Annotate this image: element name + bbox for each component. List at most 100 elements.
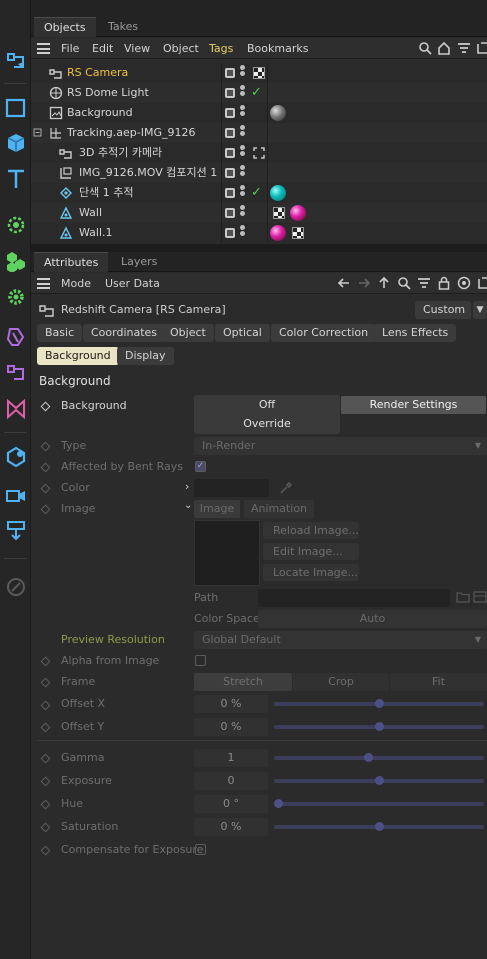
alpha-from-image-checkbox[interactable] (195, 655, 206, 666)
offset-y-slider[interactable] (274, 722, 484, 731)
collapse-icon[interactable] (33, 126, 47, 140)
chevron-down-icon[interactable]: ⌄ (184, 500, 192, 511)
editor-visibility-icon[interactable] (225, 108, 235, 118)
target-tag-icon[interactable] (253, 147, 265, 159)
keyframe-icon[interactable] (40, 504, 51, 515)
visibility-dots-icon[interactable] (240, 225, 245, 241)
deformer-tool-icon[interactable] (0, 322, 31, 352)
texture-tag-icon[interactable] (292, 227, 304, 239)
tab-optical[interactable]: Optical (215, 324, 270, 342)
arrow-up-icon[interactable] (377, 276, 391, 290)
keyframe-icon[interactable] (40, 722, 51, 733)
frame-stretch-option[interactable]: Stretch (194, 673, 292, 691)
arrow-left-icon[interactable] (337, 276, 351, 290)
object-row[interactable]: 단색 1 추적 ✓ (31, 183, 487, 203)
chevron-down-icon[interactable]: ▼ (473, 301, 487, 319)
edit-image-button[interactable]: Edit Image... (263, 543, 359, 560)
menu-icon[interactable] (473, 591, 487, 603)
gear-tool-icon[interactable] (0, 282, 31, 312)
object-row[interactable]: Wall (31, 203, 487, 223)
animation-subtab[interactable]: Animation (244, 500, 314, 518)
object-row[interactable]: RS Dome Light ✓ (31, 83, 487, 103)
visibility-dots-icon[interactable] (240, 65, 245, 81)
menu-user-data[interactable]: User Data (105, 273, 160, 294)
tab-objects[interactable]: Objects (34, 17, 96, 37)
gamma-field[interactable]: 1 (194, 749, 268, 767)
tab-basic[interactable]: Basic (37, 324, 83, 342)
menu-mode[interactable]: Mode (61, 273, 91, 294)
affected-by-bent-rays-checkbox[interactable]: ✓ (195, 461, 206, 472)
object-row[interactable]: 3D 추적기 카메라 (31, 143, 487, 163)
keyframe-icon[interactable] (40, 776, 51, 787)
material-tag-icon[interactable] (270, 185, 286, 201)
target-icon[interactable] (457, 276, 471, 290)
keyframe-icon[interactable] (40, 677, 51, 688)
scene-tool-icon[interactable] (0, 442, 31, 472)
editor-visibility-icon[interactable] (225, 148, 235, 158)
color-swatch[interactable] (194, 479, 269, 497)
hue-field[interactable]: 0 ° (194, 795, 268, 813)
visibility-dots-icon[interactable] (240, 105, 245, 121)
cube-tool-icon[interactable] (0, 128, 31, 158)
material-tag-icon[interactable] (270, 105, 286, 121)
menu-view[interactable]: View (124, 38, 150, 59)
exposure-slider[interactable] (274, 776, 484, 785)
visibility-dots-icon[interactable] (240, 185, 245, 201)
slider-knob[interactable] (274, 799, 283, 808)
editor-visibility-icon[interactable] (225, 208, 235, 218)
exposure-field[interactable]: 0 (194, 772, 268, 790)
background-off-option[interactable]: Off (194, 396, 340, 414)
mograph-tool-icon[interactable] (0, 394, 31, 424)
object-row[interactable]: Tracking.aep-IMG_9126 (31, 123, 487, 143)
slider-knob[interactable] (374, 776, 384, 785)
new-window-icon[interactable] (476, 41, 487, 55)
editor-visibility-icon[interactable] (225, 188, 235, 198)
reload-image-button[interactable]: Reload Image... (263, 522, 359, 539)
search-icon[interactable] (397, 276, 411, 290)
hamburger-menu-icon[interactable] (37, 278, 50, 289)
panel-divider[interactable] (31, 244, 487, 252)
visibility-dots-icon[interactable] (240, 205, 245, 221)
slider-knob[interactable] (374, 722, 384, 731)
keyframe-icon[interactable] (40, 700, 51, 711)
offset-y-field[interactable]: 0 % (194, 718, 268, 736)
eyedropper-icon[interactable] (279, 481, 293, 495)
cloner-tool-icon[interactable] (0, 246, 31, 276)
keyframe-icon[interactable] (40, 753, 51, 764)
chevron-right-icon[interactable]: › (185, 480, 189, 493)
object-row[interactable]: IMG_9126.MOV 컴포지션 1 (31, 163, 487, 183)
editor-visibility-icon[interactable] (225, 228, 235, 238)
menu-edit[interactable]: Edit (92, 38, 113, 59)
hue-slider[interactable] (274, 799, 484, 808)
menu-object[interactable]: Object (163, 38, 199, 59)
keyframe-icon[interactable] (40, 483, 51, 494)
rectangle-tool-icon[interactable] (0, 93, 31, 123)
tab-object[interactable]: Object (162, 324, 214, 342)
menu-tags[interactable]: Tags (209, 38, 233, 59)
keyframe-icon[interactable] (40, 845, 51, 856)
slider-knob[interactable] (364, 753, 374, 762)
enabled-check-icon[interactable]: ✓ (251, 85, 262, 100)
filter-icon[interactable] (457, 41, 471, 55)
tab-attributes[interactable]: Attributes (34, 252, 109, 272)
image-subtab[interactable]: Image (194, 500, 240, 518)
keyframe-icon[interactable] (40, 441, 51, 452)
floor-tool-icon[interactable] (0, 515, 31, 545)
preset-dropdown[interactable]: Custom (415, 301, 471, 319)
search-icon[interactable] (418, 41, 432, 55)
offset-x-field[interactable]: 0 % (194, 695, 268, 713)
tab-takes[interactable]: Takes (98, 17, 148, 37)
preview-resolution-dropdown[interactable]: Global Default ▼ (194, 631, 487, 649)
offset-x-slider[interactable] (274, 699, 484, 708)
object-row[interactable]: Wall.1 (31, 223, 487, 243)
saturation-slider[interactable] (274, 822, 484, 831)
texture-tag-icon[interactable] (273, 207, 285, 219)
compensate-for-exposure-checkbox[interactable] (195, 844, 206, 855)
material-tag-icon[interactable] (270, 225, 286, 241)
editor-visibility-icon[interactable] (225, 128, 235, 138)
editor-visibility-icon[interactable] (225, 168, 235, 178)
frame-fit-option[interactable]: Fit (390, 673, 487, 691)
frame-crop-option[interactable]: Crop (293, 673, 389, 691)
home-icon[interactable] (437, 41, 451, 55)
saturation-field[interactable]: 0 % (194, 818, 268, 836)
